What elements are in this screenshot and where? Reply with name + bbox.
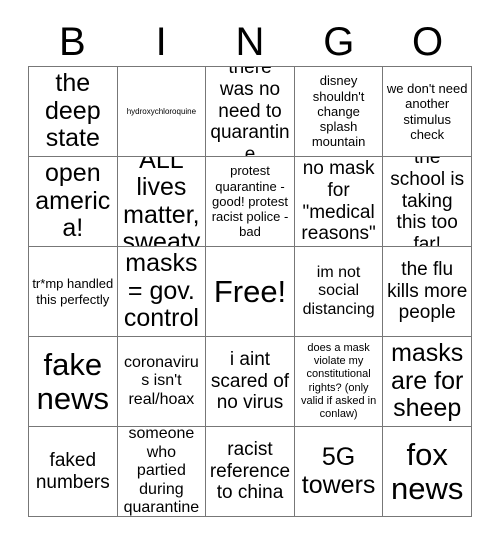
bingo-cell-label: we don't need another stimulus check (386, 80, 468, 142)
bingo-cell-label: racist reference to china (209, 439, 291, 504)
bingo-cell-r1c3[interactable]: there was no need to quarantine (206, 67, 295, 157)
bingo-cell-label: fake news (36, 347, 109, 416)
bingo-cell-r3c3[interactable]: Free! (206, 247, 295, 337)
bingo-cell-label: 5G towers (301, 443, 376, 499)
bingo-cell-label: coronavirus isn't real/hoax (124, 353, 199, 408)
bingo-cell-label: tr*mp handled this perfectly (32, 276, 114, 307)
bingo-cell-label: no mask for "medical reasons" (301, 158, 376, 245)
bingo-cell-r3c5[interactable]: the flu kills more people (383, 247, 472, 337)
bingo-header-letter-b: B (59, 20, 86, 64)
bingo-cell-r1c5[interactable]: we don't need another stimulus check (383, 67, 472, 157)
bingo-cell-r4c2[interactable]: coronavirus isn't real/hoax (117, 337, 207, 427)
bingo-cell-r4c5[interactable]: masks are for sheep (383, 337, 472, 427)
bingo-cell-r2c3[interactable]: protest quarantine - good! protest racis… (206, 157, 295, 247)
bingo-cell-label: the flu kills more people (387, 259, 468, 324)
bingo-cell-label: ALL lives matter, sweaty (122, 157, 201, 247)
bingo-cell-r4c1[interactable]: fake news (29, 337, 118, 427)
bingo-cell-label: im not social distancing (302, 263, 375, 318)
bingo-cell-r2c5[interactable]: the school is taking this too far! (383, 157, 472, 247)
bingo-cell-r3c4[interactable]: im not social distancing (294, 247, 384, 337)
bingo-cell-r5c2[interactable]: someone who partied during quarantine (117, 427, 207, 517)
bingo-header: B I N G O (28, 18, 472, 66)
bingo-cell-label: i aint scared of no virus (210, 349, 290, 414)
bingo-cell-r2c1[interactable]: open america! (29, 157, 118, 247)
bingo-cell-label: the school is taking this too far! (390, 157, 465, 247)
bingo-cell-label: faked numbers (35, 449, 110, 493)
bingo-grid: the deep state hydroxychloroquine there wa… (28, 66, 472, 517)
bingo-cell-label: does a mask violate my constitutional ri… (300, 341, 377, 420)
bingo-header-letter-i: I (155, 20, 167, 64)
bingo-cell-label: there was no need to quarantine (210, 67, 290, 157)
bingo-cell-r2c2[interactable]: ALL lives matter, sweaty (117, 157, 207, 247)
bingo-cell-r3c1[interactable]: tr*mp handled this perfectly (29, 247, 118, 337)
bingo-cell-label: masks are for sheep (391, 339, 464, 423)
bingo-cell-r5c5[interactable]: fox news (383, 427, 472, 517)
bingo-cell-label: protest quarantine - good! protest racis… (211, 163, 289, 240)
bingo-cell-label: disney shouldn't change splash mountain (311, 73, 366, 150)
bingo-cell-label: the deep state (44, 69, 101, 153)
bingo-cell-r1c1[interactable]: the deep state (29, 67, 118, 157)
bingo-header-letter-g: G (323, 20, 355, 64)
bingo-header-letter-n: N (235, 20, 265, 64)
bingo-cell-r4c3[interactable]: i aint scared of no virus (206, 337, 295, 427)
bingo-cell-label: Free! (213, 273, 287, 309)
bingo-cell-r4c4[interactable]: does a mask violate my constitutional ri… (294, 337, 384, 427)
bingo-cell-r5c4[interactable]: 5G towers (294, 427, 384, 517)
bingo-cell-r1c4[interactable]: disney shouldn't change splash mountain (294, 67, 384, 157)
bingo-cell-label: someone who partied during quarantine (123, 427, 200, 517)
bingo-cell-r1c2[interactable]: hydroxychloroquine (117, 67, 207, 157)
bingo-cell-label: open america! (35, 159, 111, 243)
bingo-cell-label: hydroxychloroquine (126, 106, 197, 116)
bingo-cell-label: fox news (391, 437, 464, 506)
bingo-cell-label: masks = gov. control (123, 249, 199, 333)
bingo-cell-r5c3[interactable]: racist reference to china (206, 427, 295, 517)
bingo-cell-r3c2[interactable]: masks = gov. control (117, 247, 207, 337)
bingo-cell-r5c1[interactable]: faked numbers (29, 427, 118, 517)
bingo-cell-r2c4[interactable]: no mask for "medical reasons" (294, 157, 384, 247)
bingo-card: B I N G O the deep state hydroxychloroqui… (0, 0, 500, 544)
bingo-header-letter-o: O (412, 20, 444, 64)
